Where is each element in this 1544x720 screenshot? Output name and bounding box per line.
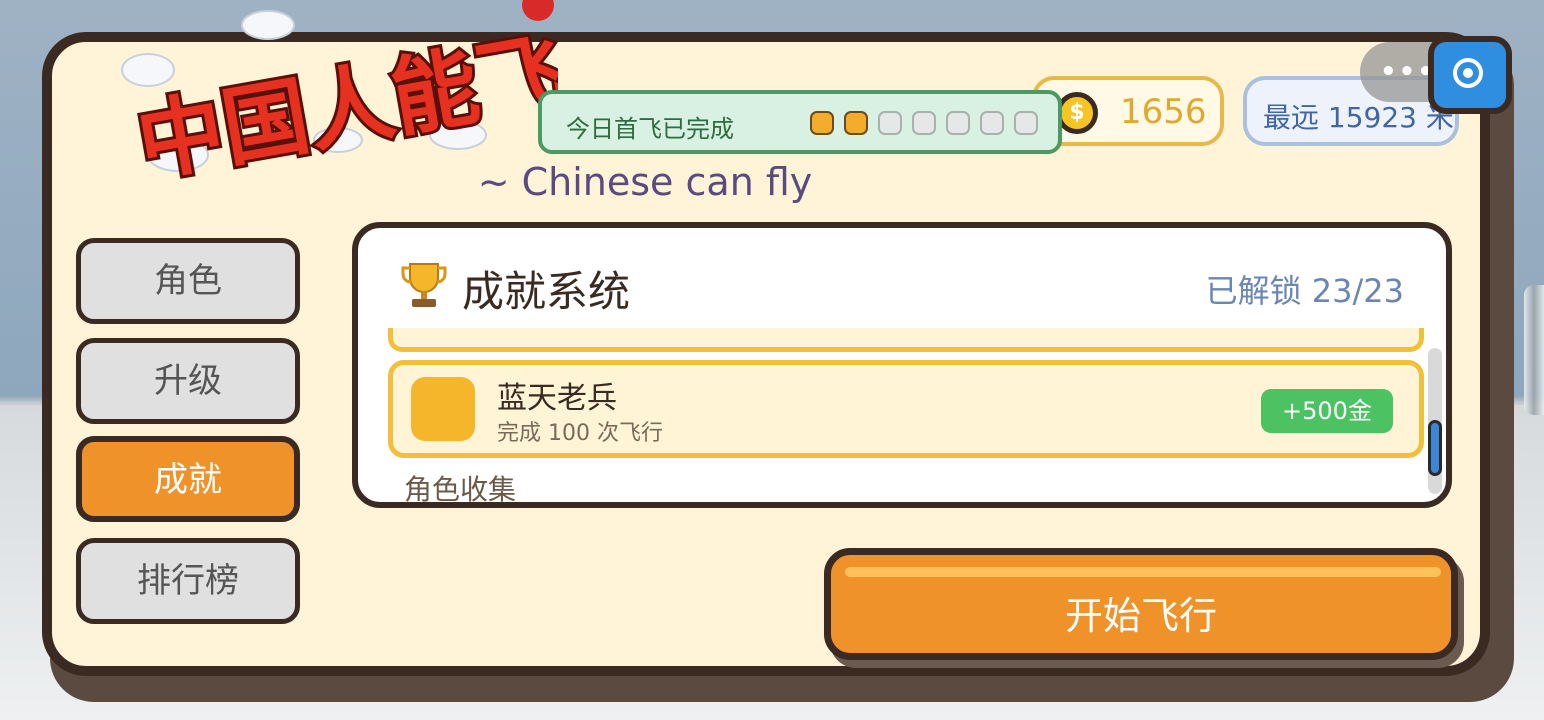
- achievement-card-partial: [388, 328, 1424, 352]
- scrollbar[interactable]: [1428, 348, 1442, 494]
- scrollbar-thumb[interactable]: [1428, 420, 1442, 476]
- progress-dot-empty: [912, 111, 936, 135]
- achievement-description: 完成 100 次飞行: [497, 421, 663, 446]
- progress-dot-filled: [844, 111, 868, 135]
- progress-dot-empty: [878, 111, 902, 135]
- trophy-icon: [401, 263, 447, 307]
- achievement-card[interactable]: 蓝天老兵 完成 100 次飞行 +500金: [388, 360, 1424, 458]
- daily-progress: [810, 111, 1038, 135]
- achievement-reward: +500金: [1261, 389, 1393, 433]
- unlocked-count: 已解锁 23/23: [1205, 272, 1404, 310]
- best-distance-text: 最远 15923 米: [1263, 101, 1454, 134]
- nav-upgrade[interactable]: 升级: [76, 338, 300, 424]
- achievements-panel: 成就系统 已解锁 23/23 蓝天老兵 完成 100 次飞行 +500金 角色收…: [352, 222, 1452, 508]
- settings-button[interactable]: [1428, 36, 1512, 114]
- progress-dot-empty: [980, 111, 1004, 135]
- button-highlight: [845, 567, 1441, 577]
- coin-value: 1656: [1120, 92, 1207, 132]
- dollar-coin-icon: $: [1056, 92, 1098, 134]
- settings-icon: [1453, 58, 1483, 88]
- achievements-title: 成就系统: [462, 267, 631, 316]
- achievement-badge-icon: [411, 377, 475, 441]
- achievement-name: 蓝天老兵: [497, 381, 617, 416]
- start-flight-label: 开始飞行: [1064, 594, 1217, 638]
- nav-achievements[interactable]: 成就: [76, 436, 300, 522]
- section-header-character-collection: 角色收集: [404, 473, 517, 506]
- progress-dot-empty: [946, 111, 970, 135]
- nav-character[interactable]: 角色: [76, 238, 300, 324]
- progress-dot-filled: [810, 111, 834, 135]
- daily-flight-text: 今日首飞已完成: [566, 115, 734, 143]
- daily-flight-banner: 今日首飞已完成: [538, 90, 1062, 154]
- nav-leaderboard[interactable]: 排行榜: [76, 538, 300, 624]
- snowy-tree: [1524, 285, 1544, 415]
- progress-dot-empty: [1014, 111, 1038, 135]
- start-flight-button[interactable]: 开始飞行: [824, 548, 1458, 660]
